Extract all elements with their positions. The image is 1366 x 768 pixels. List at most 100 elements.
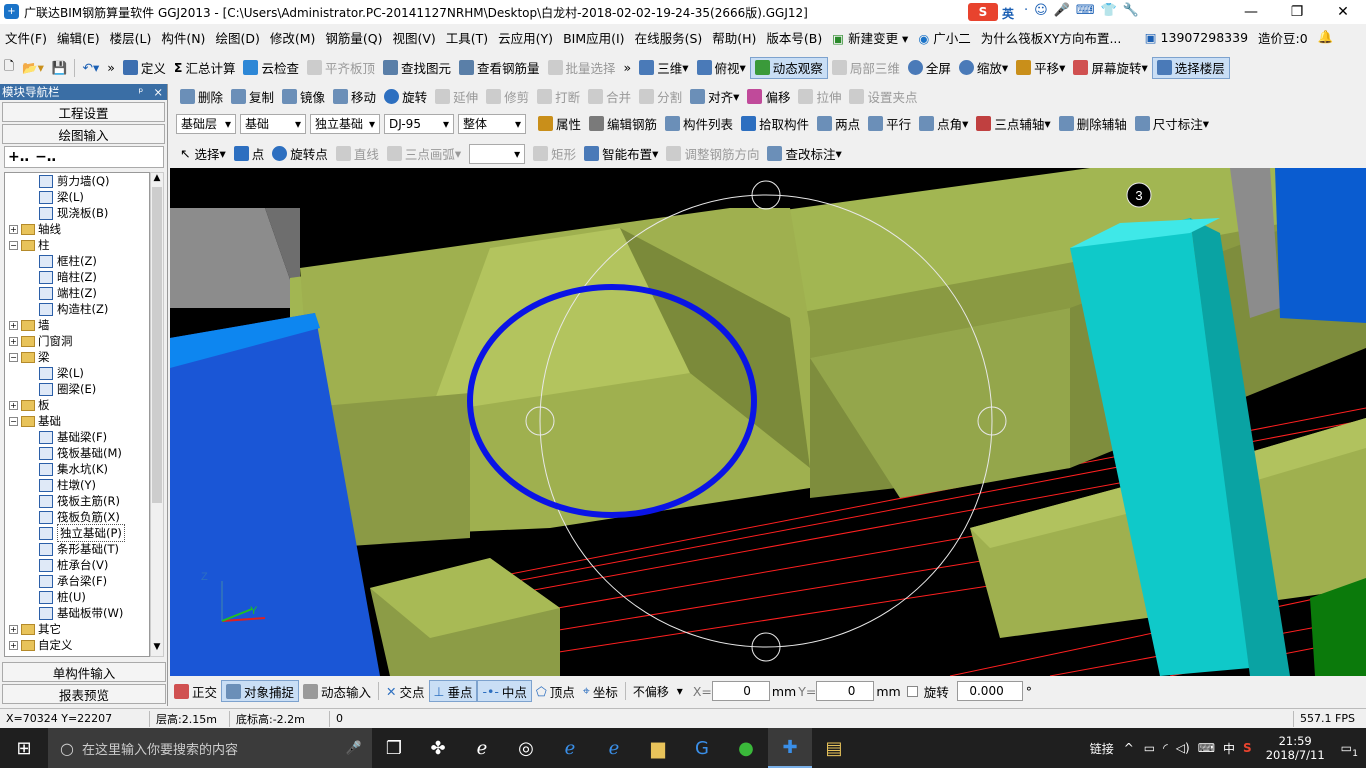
coordinate-snap-toggle[interactable]: ⌖ 坐标 bbox=[579, 680, 622, 702]
find-element-button[interactable]: 查找图元 bbox=[379, 57, 455, 79]
tree-item[interactable]: 构造柱(Z) bbox=[5, 301, 149, 317]
split-button[interactable]: 分割 bbox=[635, 86, 686, 108]
smart-layout-button[interactable]: 智能布置 ▾ bbox=[580, 143, 662, 165]
properties-button[interactable]: 属性 bbox=[534, 113, 585, 135]
microphone-icon[interactable]: 🎤 bbox=[346, 741, 362, 756]
expand-icon[interactable]: + bbox=[9, 336, 18, 346]
expand-icon[interactable]: + bbox=[9, 624, 18, 634]
menu-draw[interactable]: 绘图(D) bbox=[210, 28, 264, 47]
pan-button[interactable]: 平移 ▾ bbox=[1012, 57, 1069, 79]
tree-item[interactable]: 筏板主筋(R) bbox=[5, 493, 149, 509]
tree-item[interactable]: 梁(L) bbox=[5, 189, 149, 205]
sogou-tray-icon[interactable]: S bbox=[1243, 741, 1252, 755]
ggj-active-icon[interactable]: ✚ bbox=[768, 728, 812, 768]
menu-cloud[interactable]: 云应用(Y) bbox=[493, 28, 558, 47]
intersection-snap-toggle[interactable]: ✕ 交点 bbox=[382, 680, 429, 702]
menu-bim[interactable]: BIM应用(I) bbox=[558, 28, 630, 47]
panel-close-icon[interactable]: × bbox=[153, 85, 163, 99]
scroll-down-icon[interactable]: ▼ bbox=[151, 642, 163, 656]
view-rebar-qty-button[interactable]: 查看钢筋量 bbox=[455, 57, 544, 79]
expand-icon[interactable]: + bbox=[9, 400, 18, 410]
draw-input-button[interactable]: 绘图输入 bbox=[2, 124, 165, 144]
pin-icon[interactable]: ᵖ bbox=[138, 85, 143, 99]
tree-folder[interactable]: + 其它 bbox=[5, 621, 149, 637]
point-tool-button[interactable]: 点 bbox=[230, 143, 269, 165]
align-button[interactable]: 对齐 ▾ bbox=[686, 86, 743, 108]
tree-item[interactable]: 现浇板(B) bbox=[5, 205, 149, 221]
toolbar-overflow-icon-2[interactable]: » bbox=[620, 57, 636, 79]
menu-view[interactable]: 视图(V) bbox=[387, 28, 440, 47]
tree-item[interactable]: 集水坑(K) bbox=[5, 461, 149, 477]
select-floor-button[interactable]: 选择楼层 bbox=[1151, 56, 1230, 79]
expand-icon[interactable]: + bbox=[9, 320, 18, 330]
ime-lang-label[interactable]: 英 bbox=[1002, 5, 1014, 22]
vertex-snap-toggle[interactable]: ⬠ 顶点 bbox=[532, 680, 579, 702]
minimize-button[interactable]: — bbox=[1228, 0, 1274, 24]
zoom-button[interactable]: 缩放 ▾ bbox=[955, 57, 1012, 79]
tree-folder[interactable]: + 自定义 bbox=[5, 637, 149, 653]
dynamic-orbit-button[interactable]: 动态观察 bbox=[749, 56, 828, 79]
menu-component[interactable]: 构件(N) bbox=[156, 28, 210, 47]
save-icon[interactable]: 💾 bbox=[48, 57, 72, 79]
tree-item[interactable]: 端柱(Z) bbox=[5, 285, 149, 301]
report-preview-button[interactable]: 报表预览 bbox=[2, 684, 166, 704]
notification-icon[interactable]: ▭ 1 bbox=[1341, 741, 1358, 759]
link-label[interactable]: 链接 bbox=[1090, 740, 1114, 757]
dimension-button[interactable]: 尺寸标注 ▾ bbox=[1131, 113, 1213, 135]
adjust-rebar-dir-button[interactable]: 调整钢筋方向 bbox=[662, 143, 763, 165]
pick-component-button[interactable]: 拾取构件 bbox=[737, 113, 813, 135]
single-component-input-button[interactable]: 单构件输入 bbox=[2, 662, 166, 682]
tree-item[interactable]: 圈梁(E) bbox=[5, 381, 149, 397]
define-button[interactable]: 定义 bbox=[119, 57, 170, 79]
tree-folder[interactable]: + 板 bbox=[5, 397, 149, 413]
scroll-thumb[interactable] bbox=[152, 187, 162, 503]
summary-calc-button[interactable]: Σ 汇总计算 bbox=[170, 57, 240, 79]
ime-tools-icons[interactable]: ·☺🎤⌨👕🔧 bbox=[1024, 3, 1145, 18]
menu-version[interactable]: 版本号(B) bbox=[761, 28, 827, 47]
parallel-button[interactable]: 平行 bbox=[864, 113, 915, 135]
volume-icon[interactable]: ◁) bbox=[1176, 741, 1190, 755]
y-input[interactable]: 0 bbox=[816, 681, 875, 701]
tree-folder[interactable]: − 柱 bbox=[5, 237, 149, 253]
top-view-button[interactable]: 俯视 ▾ bbox=[693, 57, 750, 79]
toolbar-overflow-icon[interactable]: » bbox=[103, 57, 119, 79]
network-icon[interactable]: ◜ bbox=[1163, 741, 1168, 755]
project-settings-button[interactable]: 工程设置 bbox=[2, 102, 165, 122]
new-change-button[interactable]: ▣ 新建变更 ▾ bbox=[827, 28, 913, 47]
3d-viewport[interactable]: 3 Z Y bbox=[170, 168, 1366, 676]
tree-item[interactable]: 剪力墙(Q) bbox=[5, 173, 149, 189]
rectangle-tool-button[interactable]: 矩形 bbox=[529, 143, 580, 165]
menu-help[interactable]: 帮助(H) bbox=[707, 28, 761, 47]
midpoint-snap-toggle[interactable]: -•- 中点 bbox=[477, 680, 532, 702]
tree-item[interactable]: 承台梁(F) bbox=[5, 573, 149, 589]
undo-icon[interactable]: ↶▾ bbox=[78, 57, 103, 79]
collapse-icon[interactable]: − bbox=[9, 352, 18, 362]
screen-rotate-button[interactable]: 屏幕旋转 ▾ bbox=[1069, 57, 1151, 79]
three-point-arc-button[interactable]: 三点画弧 ▾ bbox=[383, 143, 465, 165]
expand-all-icon[interactable]: +‥ bbox=[8, 149, 29, 165]
menu-floor[interactable]: 楼层(L) bbox=[105, 28, 157, 47]
break-button[interactable]: 打断 bbox=[533, 86, 584, 108]
close-button[interactable]: ✕ bbox=[1320, 0, 1366, 24]
tree-item[interactable]: 独立基础(P) bbox=[5, 524, 149, 542]
tree-item[interactable]: 暗柱(Z) bbox=[5, 269, 149, 285]
tree-item[interactable]: 基础梁(F) bbox=[5, 429, 149, 445]
select-tool-button[interactable]: ↖ 选择 ▾ bbox=[176, 143, 230, 165]
file-explorer-icon[interactable]: ▆ bbox=[636, 728, 680, 768]
app-pinwheel-icon[interactable]: ✤ bbox=[416, 728, 460, 768]
two-point-button[interactable]: 两点 bbox=[813, 113, 864, 135]
edge-icon[interactable]: ℯ bbox=[548, 728, 592, 768]
component-list-button[interactable]: 构件列表 bbox=[661, 113, 737, 135]
three-point-axis-button[interactable]: 三点辅轴 ▾ bbox=[972, 113, 1054, 135]
offset-button[interactable]: 偏移 bbox=[743, 86, 794, 108]
tree-item[interactable]: 桩承台(V) bbox=[5, 557, 149, 573]
rotate-button[interactable]: 旋转 bbox=[380, 86, 431, 108]
mirror-button[interactable]: 镜像 bbox=[278, 86, 329, 108]
component-name-select[interactable]: DJ-95 ▾ bbox=[384, 113, 454, 134]
extend-button[interactable]: 延伸 bbox=[431, 86, 482, 108]
rotate-checkbox[interactable] bbox=[906, 685, 918, 697]
3d-view-button[interactable]: 三维 ▾ bbox=[635, 57, 692, 79]
menu-modify[interactable]: 修改(M) bbox=[265, 28, 321, 47]
stretch-button[interactable]: 拉伸 bbox=[794, 86, 845, 108]
copy-button[interactable]: 复制 bbox=[227, 86, 278, 108]
